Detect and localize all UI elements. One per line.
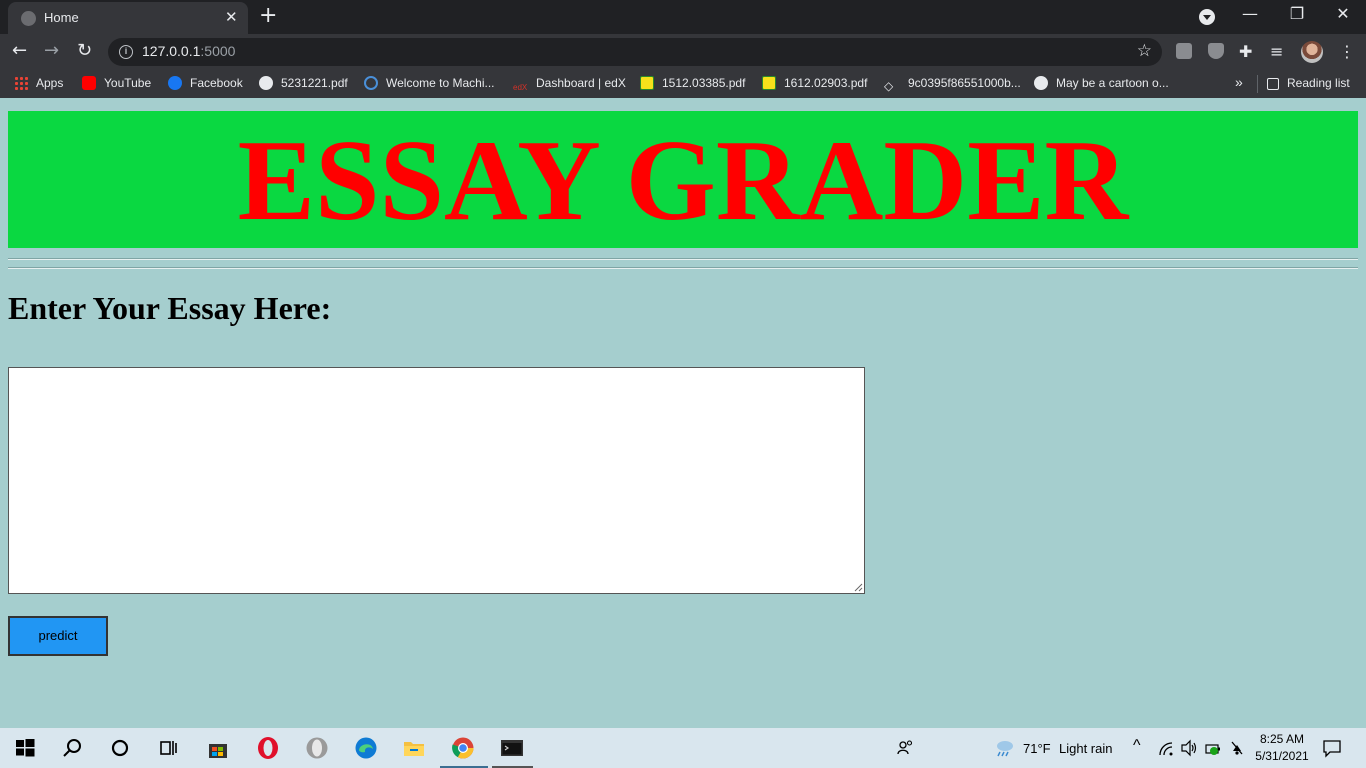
coursera-icon [364, 76, 378, 90]
terminal-icon[interactable] [500, 736, 524, 760]
reload-icon[interactable]: ↻ [77, 40, 92, 61]
bookmarks-overflow-button[interactable]: » [1235, 74, 1243, 90]
url-text: 127.0.0.1:5000 [142, 43, 235, 59]
bookmark-label: 9c0395f86551000b... [908, 76, 1021, 90]
windows-taskbar: 71°F Light rain ^ 8:25 AM 5/31/2021 [0, 728, 1366, 768]
chevron-up-icon[interactable]: ^ [1133, 737, 1141, 755]
focus-assist-icon[interactable] [1228, 739, 1246, 757]
address-bar[interactable]: i 127.0.0.1:5000 ☆ [108, 38, 1162, 66]
bookmark-youtube[interactable]: YouTube [82, 76, 151, 92]
bookmark-facebook[interactable]: Facebook [168, 76, 243, 92]
url-port: :5000 [200, 43, 236, 59]
title-banner: ESSAY GRADER [8, 111, 1358, 248]
bookmark-label: Facebook [190, 76, 243, 90]
resize-grip-icon[interactable] [853, 582, 863, 592]
weather-cloud-rain-icon[interactable] [993, 737, 1015, 759]
clock-date: 5/31/2021 [1255, 749, 1309, 763]
predict-button[interactable]: predict [8, 616, 108, 656]
bookmark-1512-03385-pdf[interactable]: 1512.03385.pdf [640, 76, 745, 92]
opera-icon[interactable] [256, 736, 280, 760]
bookmark-label: Dashboard | edX [536, 76, 626, 90]
url-host: 127.0.0.1 [142, 43, 201, 59]
arxiv-smiley-icon [640, 76, 654, 90]
apps-grid-icon [14, 76, 28, 90]
clock-time: 8:25 AM [1259, 732, 1305, 746]
back-arrow-icon[interactable]: ← [12, 40, 27, 61]
globe-icon [1034, 76, 1048, 90]
window-close-button[interactable]: ✕ [1328, 4, 1358, 23]
essay-heading: Enter Your Essay Here: [8, 290, 332, 326]
bookmark-label: Welcome to Machi... [386, 76, 495, 90]
system-clock[interactable]: 8:25 AM 5/31/2021 [1254, 731, 1310, 765]
bookmark-label: 1612.02903.pdf [784, 76, 868, 90]
weather-description[interactable]: Light rain [1059, 741, 1112, 756]
battery-icon[interactable] [1205, 741, 1221, 757]
facebook-icon [168, 76, 182, 90]
tab-home[interactable]: Home ✕ [8, 2, 248, 34]
restore-button[interactable]: ❐ [1282, 4, 1312, 23]
globe-icon [259, 76, 273, 90]
tab-strip: Home ✕ + — ❐ ✕ [0, 0, 1366, 34]
facebook-extension-icon[interactable] [1176, 43, 1192, 59]
arxiv-smiley-icon [762, 76, 776, 90]
extensions-puzzle-icon[interactable]: ✚ [1239, 42, 1252, 61]
media-control-icon[interactable]: ≡ [1270, 42, 1283, 61]
youtube-icon [82, 76, 96, 90]
globe-icon [21, 11, 36, 26]
cortana-icon[interactable] [108, 736, 132, 760]
tab-search-icon[interactable] [1199, 9, 1215, 25]
tab-title: Home [44, 10, 79, 25]
diamond-icon: ◇ [884, 79, 894, 93]
task-view-icon[interactable] [156, 736, 180, 760]
bookmark-star-icon[interactable]: ☆ [1137, 41, 1152, 61]
reading-list-label: Reading list [1287, 76, 1350, 90]
banner-title: ESSAY GRADER [237, 117, 1129, 245]
bookmark-label: 1512.03385.pdf [662, 76, 746, 90]
windows-start-icon[interactable] [13, 736, 37, 760]
close-tab-icon[interactable]: ✕ [225, 8, 238, 26]
file-explorer-icon[interactable] [402, 736, 426, 760]
bookmarks-divider [1257, 75, 1258, 93]
people-icon[interactable] [896, 738, 916, 758]
edx-icon: edX [513, 83, 528, 92]
microsoft-store-icon[interactable] [206, 736, 230, 760]
bookmark-may-be-a-cartoon[interactable]: May be a cartoon o... [1034, 76, 1169, 92]
minimize-button[interactable]: — [1235, 4, 1265, 23]
site-info-icon[interactable]: i [119, 45, 133, 59]
new-tab-button[interactable]: + [259, 3, 277, 28]
volume-icon[interactable] [1180, 739, 1198, 757]
bookmark-welcome-machine[interactable]: Welcome to Machi... [364, 76, 494, 92]
essay-textarea[interactable] [8, 367, 865, 594]
notification-center-icon[interactable] [1322, 738, 1342, 758]
bookmark-edx-dashboard[interactable]: edX Dashboard | edX [513, 76, 626, 92]
search-icon[interactable] [60, 736, 84, 760]
divider [8, 268, 1358, 269]
opera-gx-icon[interactable] [305, 736, 329, 760]
bookmark-label: YouTube [104, 76, 152, 90]
more-menu-icon[interactable]: ⋮ [1339, 42, 1355, 61]
shield-extension-icon[interactable] [1208, 43, 1224, 59]
wifi-icon[interactable] [1158, 741, 1174, 757]
reading-list-button[interactable]: Reading list [1267, 76, 1350, 92]
divider [8, 259, 1358, 260]
bookmark-5231221-pdf[interactable]: 5231221.pdf [259, 76, 348, 92]
bookmark-label: Apps [36, 76, 64, 90]
bookmark-label: May be a cartoon o... [1056, 76, 1169, 90]
edge-icon[interactable] [354, 736, 378, 760]
weather-temperature[interactable]: 71°F [1023, 741, 1051, 756]
chrome-icon[interactable] [451, 736, 475, 760]
bookmarks-bar: Apps YouTube Facebook 5231221.pdf Welcom… [0, 70, 1366, 98]
bookmark-label: 5231221.pdf [281, 76, 348, 90]
reading-list-icon [1267, 78, 1279, 90]
profile-avatar[interactable] [1301, 41, 1323, 63]
browser-toolbar: ← → ↻ i 127.0.0.1:5000 ☆ ✚ ≡ ⋮ [0, 34, 1366, 70]
forward-arrow-icon[interactable]: → [44, 40, 59, 61]
bookmark-apps[interactable]: Apps [14, 76, 63, 92]
bookmark-1612-02903-pdf[interactable]: 1612.02903.pdf [762, 76, 867, 92]
page-content: ESSAY GRADER Enter Your Essay Here: pred… [0, 98, 1366, 728]
bookmark-9c0395f[interactable]: ◇ 9c0395f86551000b... [884, 76, 1021, 93]
